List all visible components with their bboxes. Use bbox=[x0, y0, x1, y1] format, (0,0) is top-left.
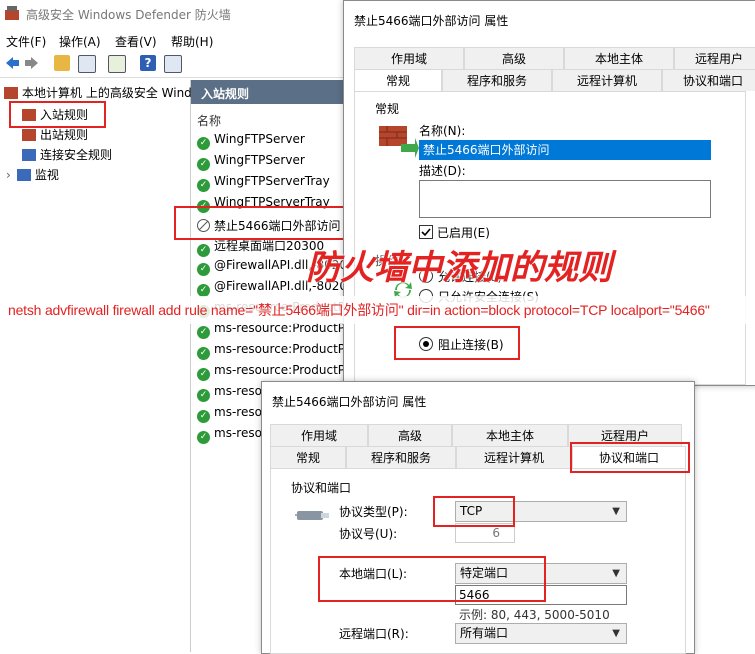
monitor-icon bbox=[16, 169, 31, 181]
back-arrow-icon[interactable] bbox=[4, 55, 20, 71]
dialog1-tabs-top: 作用域 高级 本地主体 远程用户 bbox=[354, 47, 755, 69]
menu-file[interactable]: 文件(F) bbox=[6, 33, 46, 50]
menu-view[interactable]: 查看(V) bbox=[115, 33, 157, 50]
tab-scope[interactable]: 作用域 bbox=[270, 424, 368, 446]
column-header-name[interactable]: 名称 bbox=[197, 112, 221, 129]
dialog1-title: 禁止5466端口外部访问 属性 bbox=[354, 14, 509, 28]
tab-protocols-ports[interactable]: 协议和端口 bbox=[662, 69, 755, 91]
show-hide-tree-icon[interactable] bbox=[78, 55, 96, 73]
tab-programs-services[interactable]: 程序和服务 bbox=[442, 69, 552, 91]
annotation-heading: 防火墙中添加的规则 bbox=[306, 248, 612, 288]
allow-check-icon: ✓ bbox=[197, 389, 210, 402]
tab-advanced[interactable]: 高级 bbox=[368, 424, 452, 446]
highlight-local-port bbox=[318, 556, 546, 602]
rule-row[interactable]: ✓ WingFTPServerTray bbox=[197, 174, 330, 195]
tree-item-monitor[interactable]: › 监视 bbox=[6, 166, 59, 186]
window-title: 高级安全 Windows Defender 防火墙 bbox=[26, 8, 231, 22]
highlight-tcp bbox=[433, 496, 515, 527]
allow-check-icon: ✓ bbox=[197, 326, 210, 339]
description-input[interactable] bbox=[419, 180, 711, 218]
rule-row[interactable]: ✓ WingFTPServer bbox=[197, 153, 305, 174]
network-cable-icon bbox=[295, 505, 331, 525]
menu-bar: 文件(F) 操作(A) 查看(V) 帮助(H) bbox=[0, 30, 345, 50]
highlight-block-connection bbox=[394, 326, 520, 360]
chevron-down-icon: ▼ bbox=[612, 506, 620, 517]
name-label: 名称(N): bbox=[419, 124, 466, 138]
allow-check-icon: ✓ bbox=[197, 410, 210, 423]
allow-check-icon: ✓ bbox=[197, 179, 210, 192]
menu-action[interactable]: 操作(A) bbox=[59, 33, 101, 50]
tab-general[interactable]: 常规 bbox=[270, 446, 346, 468]
properties-pane-icon[interactable] bbox=[164, 55, 182, 73]
tab-remote-computers[interactable]: 远程计算机 bbox=[552, 69, 662, 91]
tab-local-principals[interactable]: 本地主体 bbox=[452, 424, 568, 446]
highlight-inbound-rules bbox=[9, 101, 106, 128]
tree-item-outbound-rules[interactable]: 出站规则 bbox=[22, 126, 88, 146]
name-input[interactable]: 禁止5466端口外部访问 bbox=[419, 140, 711, 160]
firewall-app-icon bbox=[5, 6, 19, 20]
folder-up-icon[interactable] bbox=[54, 55, 70, 71]
allow-check-icon: ✓ bbox=[197, 431, 210, 444]
rule-row[interactable]: ✓ WingFTPServer bbox=[197, 132, 305, 153]
navigation-tree: 本地计算机 上的高级安全 Windows Defender 防火墙 入站规则 出… bbox=[0, 80, 315, 652]
tab-remote-computers[interactable]: 远程计算机 bbox=[456, 446, 572, 468]
protocol-type-label: 协议类型(P): bbox=[339, 505, 408, 519]
checkbox-checked-icon bbox=[419, 225, 433, 239]
connection-security-icon bbox=[22, 149, 36, 161]
tab-local-principals[interactable]: 本地主体 bbox=[564, 47, 674, 69]
protocol-number-label: 协议号(U): bbox=[339, 527, 398, 541]
highlight-protocols-tab bbox=[570, 442, 690, 473]
port-example-text: 示例: 80, 443, 5000-5010 bbox=[459, 608, 610, 622]
chevron-down-icon: ▼ bbox=[612, 628, 620, 639]
allow-check-icon: ✓ bbox=[197, 137, 210, 150]
main-titlebar: 高级安全 Windows Defender 防火墙 bbox=[0, 0, 345, 28]
tab-general[interactable]: 常规 bbox=[354, 69, 442, 91]
outbound-rules-icon bbox=[22, 129, 36, 141]
allow-check-icon: ✓ bbox=[197, 263, 210, 276]
protocols-ports-section-label: 协议和端口 bbox=[291, 481, 352, 495]
netsh-command-text: netsh advfirewall firewall add rule name… bbox=[8, 302, 710, 318]
help-icon[interactable]: ? bbox=[140, 55, 156, 71]
export-list-icon[interactable] bbox=[108, 55, 126, 73]
tab-scope[interactable]: 作用域 bbox=[354, 47, 464, 69]
dialog2-title: 禁止5466端口外部访问 属性 bbox=[272, 395, 427, 409]
chevron-down-icon: ▼ bbox=[612, 568, 620, 579]
allow-check-icon: ✓ bbox=[197, 158, 210, 171]
list-header: 入站规则 bbox=[191, 80, 345, 104]
remote-port-label: 远程端口(R): bbox=[339, 627, 409, 641]
firewall-icon bbox=[4, 87, 18, 99]
tab-programs-services[interactable]: 程序和服务 bbox=[346, 446, 456, 468]
allow-check-icon: ✓ bbox=[197, 244, 210, 257]
allow-check-icon: ✓ bbox=[197, 347, 210, 360]
general-section-label: 常规 bbox=[375, 102, 400, 116]
forward-arrow-icon[interactable] bbox=[24, 55, 40, 71]
allow-check-icon: ✓ bbox=[197, 368, 210, 381]
menu-help[interactable]: 帮助(H) bbox=[171, 33, 213, 50]
tab-advanced[interactable]: 高级 bbox=[464, 47, 564, 69]
tree-item-connection-security[interactable]: 连接安全规则 bbox=[22, 146, 112, 166]
highlight-new-rule bbox=[174, 206, 348, 240]
expand-chevron-icon[interactable]: › bbox=[6, 168, 11, 182]
dialog1-tabs-bottom: 常规 程序和服务 远程计算机 协议和端口 bbox=[354, 69, 755, 91]
toolbar: ? bbox=[0, 51, 345, 78]
enabled-checkbox[interactable]: 已启用(E) bbox=[419, 224, 490, 241]
tab-remote-users[interactable]: 远程用户 bbox=[674, 47, 755, 69]
rule-firewall-icon bbox=[379, 122, 419, 162]
remote-port-select[interactable]: 所有端口 ▼ bbox=[455, 623, 627, 644]
description-label: 描述(D): bbox=[419, 164, 466, 178]
